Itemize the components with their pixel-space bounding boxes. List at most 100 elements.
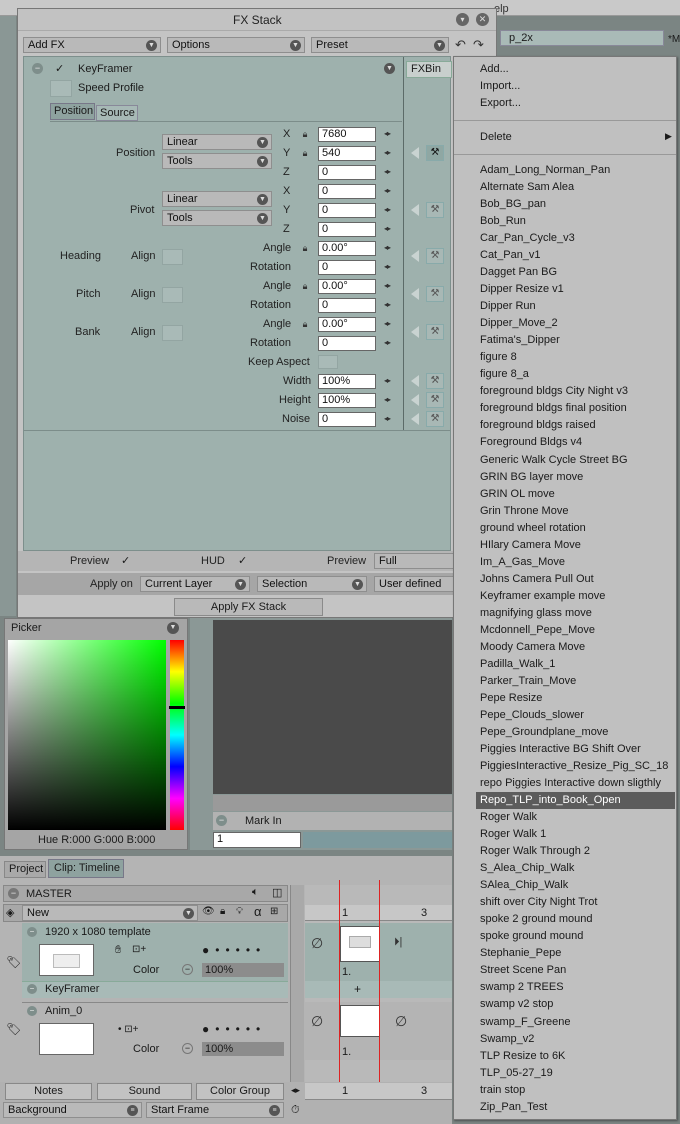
preset-item[interactable]: foreground bldgs City Night v3 [480,383,628,400]
preset-item[interactable]: swamp_F_Greene [480,1014,571,1031]
preset-item[interactable]: Keyframer example move [480,588,605,605]
picker-menu-icon[interactable]: ▼ [167,622,179,634]
spinner-icon[interactable]: ◂▸ [384,224,391,233]
opacity-minus-icon[interactable]: − [182,964,193,975]
layer-collapse-icon[interactable]: − [27,1006,37,1016]
keyframe-wrench-icon[interactable]: ⚒ [426,248,444,264]
keyframe-prev-icon[interactable] [411,147,419,159]
preset-item[interactable]: Dipper Run [480,298,536,315]
preset-item[interactable]: swamp 2 TREES [480,979,564,996]
preset-item[interactable]: shift over City Night Trot [480,894,597,911]
preset-item[interactable]: Pepe Resize [480,690,542,707]
preset-item[interactable]: train stop [480,1082,525,1099]
apply-fx-stack-button[interactable]: Apply FX Stack [174,598,323,616]
add-key-icon[interactable]: + [354,982,361,996]
lock-icon[interactable]: 🔒︎ [299,280,311,293]
viewer-scrollbar[interactable] [213,795,452,811]
lock-icon[interactable]: 🔒︎ [299,147,311,160]
preset-item[interactable]: GRIN OL move [480,486,555,503]
opacity-minus-icon[interactable]: − [182,1043,193,1054]
lock-icon[interactable]: 🔒︎ [299,318,311,331]
tab-source[interactable]: Source [96,105,138,121]
preset-item[interactable]: figure 8 [480,349,517,366]
keyframe-wrench-icon[interactable]: ⚒ [426,286,444,302]
keyframe-prev-icon[interactable] [411,413,419,425]
keyframe-prev-icon[interactable] [411,375,419,387]
grid-icon[interactable]: ⊞ [270,906,278,917]
layers-icon[interactable]: ◈ [6,906,14,919]
apply-selection-dropdown[interactable]: Selection ▼ [257,576,367,592]
preset-item[interactable]: Dipper Resize v1 [480,281,564,298]
start-frame-dropdown[interactable]: Start Frame ≡ [146,1102,284,1118]
spinner-icon[interactable]: ◂▸ [384,186,391,195]
speaker-icon[interactable]: 🔈︎ [252,886,259,899]
hue-slider[interactable] [170,640,184,830]
keyframe-prev-icon[interactable] [411,288,419,300]
background-dropdown[interactable]: Background ≡ [3,1102,142,1118]
preset-item[interactable]: repo Piggies Interactive down sligthly [480,775,661,792]
preset-item[interactable]: Roger Walk Through 2 [480,843,590,860]
preset-item[interactable]: Moody Camera Move [480,639,585,656]
preset-item[interactable]: spoke ground mound [480,928,583,945]
spinner-icon[interactable]: ◂▸ [384,319,391,328]
keyframe-prev-icon[interactable] [411,394,419,406]
spinner-icon[interactable]: ◂▸ [384,395,391,404]
preset-item[interactable]: Bob_Run [480,213,526,230]
track-cel-anim[interactable] [340,1005,380,1037]
position-x-input[interactable]: 7680 [318,127,376,142]
keyframe-prev-icon[interactable] [411,326,419,338]
preset-item[interactable]: Mcdonnell_Pepe_Move [480,622,595,639]
keyframe-wrench-icon[interactable]: ⚒ [426,202,444,218]
pivot-y-input[interactable]: 0 [318,203,376,218]
tab-clip-timeline[interactable]: Clip: Timeline [48,859,124,878]
redo-icon[interactable]: ↷ [473,37,484,53]
preset-item[interactable]: GRIN BG layer move [480,469,583,486]
spinner-icon[interactable]: ◂▸ [384,300,391,309]
add-fx-dropdown[interactable]: Add FX ▼ [23,37,161,53]
position-interp-dropdown[interactable]: Linear ▼ [162,134,272,150]
minimize-icon[interactable]: ▾ [456,13,469,26]
preset-item[interactable]: Swamp_v2 [480,1031,534,1048]
key-icon[interactable]: • ⊡+ [118,1024,139,1035]
keyframe-wrench-icon[interactable]: ⚒ [426,324,444,340]
timeline-splitter[interactable] [290,885,304,1085]
tag-icon[interactable]: 🏷︎ [6,1022,21,1036]
fx-collapse-icon[interactable]: − [27,984,37,994]
undo-icon[interactable]: ↶ [455,37,466,53]
preset-item[interactable]: foreground bldgs final position [480,400,627,417]
pitch-align-toggle[interactable] [162,287,183,303]
heading-angle-input[interactable]: 0.00° [318,241,376,256]
spinner-icon[interactable]: ◂▸ [384,376,391,385]
preset-item[interactable]: Pepe_Clouds_slower [480,707,584,724]
eye-icon[interactable]: 👁︎ [202,906,215,917]
width-input[interactable]: 100% [318,374,376,389]
preset-item[interactable]: Fatima's_Dipper [480,332,560,349]
preset-item[interactable]: TLP_05-27_19 [480,1065,553,1082]
keyframe-wrench-icon[interactable]: ⚒ [426,411,444,427]
apply-layer-dropdown[interactable]: Current Layer ▼ [140,576,250,592]
collapse-icon[interactable]: − [32,63,43,74]
hue-slider-handle[interactable] [169,706,185,709]
preset-item[interactable]: Im_A_Gas_Move [480,554,565,571]
bank-rotation-input[interactable]: 0 [318,336,376,351]
lock-icon[interactable]: 🔒︎ [299,128,311,141]
spinner-icon[interactable]: ◂▸ [384,129,391,138]
preset-item[interactable]: Zip_Pan_Test [480,1099,547,1116]
menu-item-export[interactable]: Export... [480,95,521,112]
preset-item[interactable]: Padilla_Walk_1 [480,656,555,673]
hand-icon[interactable]: ✋︎ [115,944,121,957]
pivot-tools-dropdown[interactable]: Tools ▼ [162,210,272,226]
options-dropdown[interactable]: Options ▼ [167,37,305,53]
bank-angle-input[interactable]: 0.00° [318,317,376,332]
speed-profile-swatch[interactable] [50,80,72,97]
position-tools-dropdown[interactable]: Tools ▼ [162,153,272,169]
opacity-slider[interactable]: 100% [202,1042,284,1056]
tab-position[interactable]: Position [50,103,95,120]
preset-item[interactable]: Adam_Long_Norman_Pan [480,162,610,179]
lock-icon[interactable]: 🔒︎ [299,242,311,255]
light-icon[interactable]: 💡︎ [236,906,243,917]
heading-align-toggle[interactable] [162,249,183,265]
background-tab[interactable]: p_2x [500,30,664,46]
dot-icons[interactable]: ●••••• [202,1022,266,1036]
preset-item[interactable]: Cat_Pan_v1 [480,247,541,264]
